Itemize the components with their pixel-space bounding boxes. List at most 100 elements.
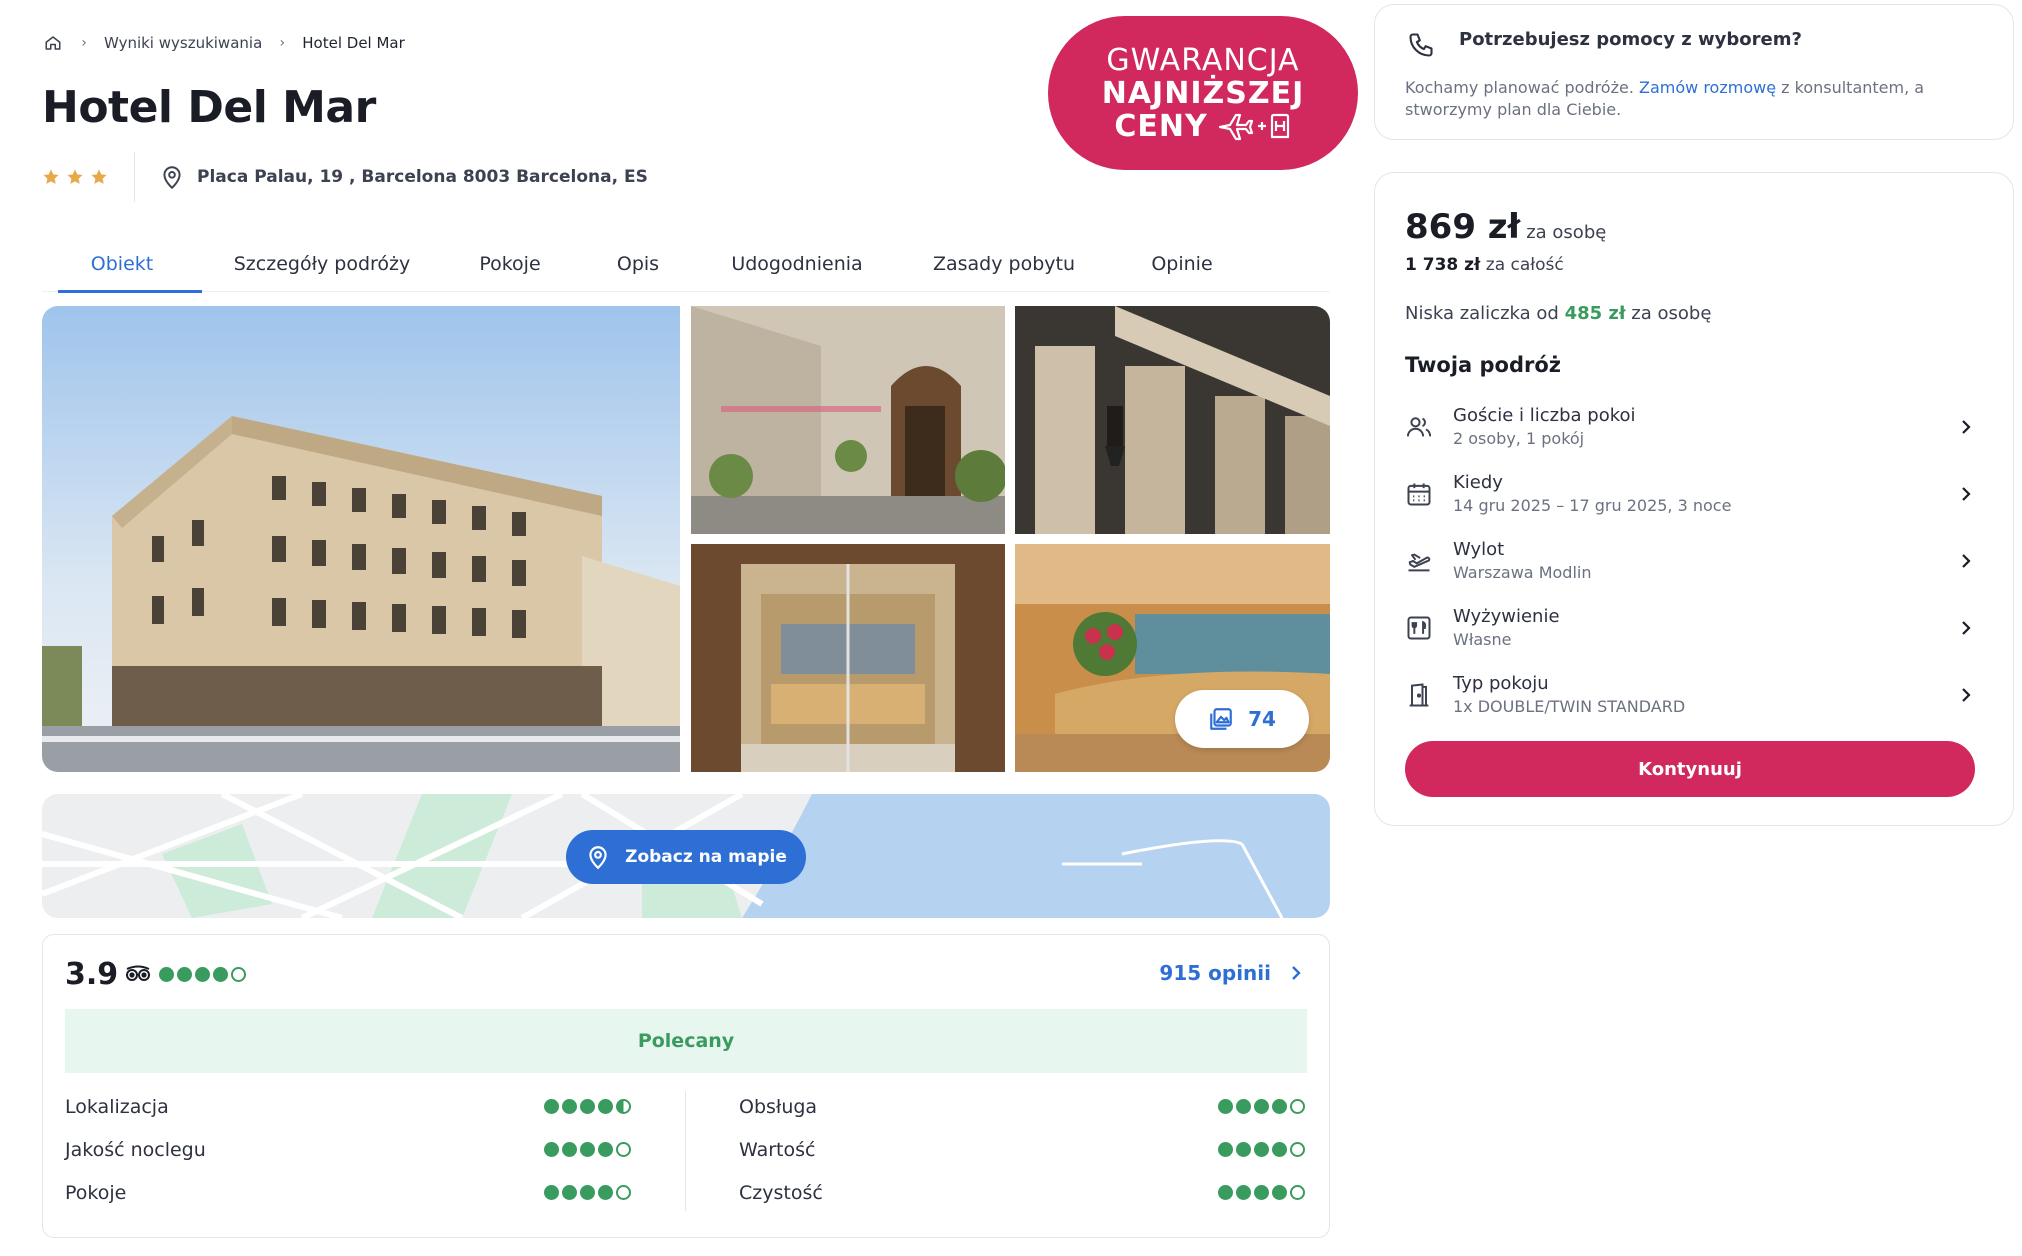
deposit-amount: 485 zł [1564, 303, 1626, 324]
tab-opinie[interactable]: Opinie [1112, 236, 1252, 292]
option-value: 2 osoby, 1 pokój [1453, 428, 1585, 448]
review-category-row: Lokalizacja [65, 1085, 631, 1128]
help-text-before: Kochamy planować podróże. [1405, 78, 1640, 97]
gallery-photo-main[interactable] [42, 306, 680, 772]
review-categories: Lokalizacja Jakość noclegu Pokoje Obsług… [65, 1085, 1307, 1215]
photo-count: 74 [1248, 707, 1276, 731]
option-departure[interactable]: Wylot Warszawa Modlin [1405, 527, 1975, 594]
reviews-card: 3.9 915 opinii Polecany Lokalizacja Jako… [42, 934, 1330, 1238]
badge-line-1: GWARANCJA [1106, 42, 1300, 78]
tab-szczegoly-podrozy[interactable]: Szczegóły podróży [202, 236, 442, 292]
gallery-photo-facade-sign[interactable] [1015, 306, 1330, 534]
chevron-right-icon [1962, 620, 1971, 635]
chevron-right-icon [1962, 419, 1971, 434]
view-on-map-button[interactable]: Zobacz na mapie [566, 830, 806, 884]
option-value: 14 gru 2025 – 17 gru 2025, 3 noce [1453, 495, 1732, 515]
view-on-map-label: Zobacz na mapie [625, 847, 787, 867]
category-rating [544, 1142, 631, 1157]
help-card: Potrzebujesz pomocy z wyborem? Kochamy p… [1374, 4, 2014, 140]
calendar-icon [1407, 483, 1431, 505]
total-amount: 1 738 zł [1405, 255, 1481, 275]
hotel-address: Placa Palau, 19 , Barcelona 8003 Barcelo… [135, 164, 648, 190]
badge-line-2: NAJNIŻSZEJ [1101, 75, 1305, 111]
rating-bubble [159, 966, 174, 982]
review-category-row: Jakość noclegu [65, 1128, 631, 1171]
tab-opis[interactable]: Opis [578, 236, 698, 292]
category-label: Lokalizacja [65, 1095, 169, 1118]
deposit-prefix: Niska zaliczka od [1405, 303, 1565, 324]
chevron-right-icon [1962, 486, 1971, 501]
trip-section-title: Twoja podróż [1405, 353, 1562, 377]
hotel-meta: Placa Palau, 19 , Barcelona 8003 Barcelo… [42, 152, 648, 202]
page-title: Hotel Del Mar [42, 82, 376, 133]
category-rating [544, 1099, 631, 1114]
option-dates[interactable]: Kiedy 14 gru 2025 – 17 gru 2025, 3 noce [1405, 460, 1975, 527]
help-text: Kochamy planować podróże. Zamów rozmowę … [1405, 77, 1985, 121]
star-icon [91, 169, 107, 184]
gallery-photo-entrance[interactable] [691, 306, 1005, 534]
tab-obiekt[interactable]: Obiekt [42, 236, 202, 293]
tripadvisor-owl-icon [126, 965, 150, 981]
option-value: 1x DOUBLE/TWIN STANDARD [1453, 696, 1686, 716]
category-label: Jakość noclegu [65, 1138, 206, 1161]
star-icon [67, 169, 83, 184]
breadcrumb-search-results[interactable]: Wyniki wyszukiwania [104, 34, 262, 52]
view-all-photos-button[interactable]: 74 [1175, 690, 1309, 748]
review-categories-right: Obsługa Wartość Czystość [739, 1085, 1305, 1215]
rating-bubble [231, 966, 246, 982]
home-icon[interactable] [42, 32, 64, 54]
review-category-row: Obsługa [739, 1085, 1305, 1128]
map-preview[interactable]: Zobacz na mapie [42, 794, 1330, 918]
option-label: Goście i liczba pokoi [1453, 404, 1636, 426]
address-text: Placa Palau, 19 , Barcelona 8003 Barcelo… [197, 167, 648, 187]
tab-pokoje[interactable]: Pokoje [442, 236, 578, 292]
phone-icon [1409, 33, 1433, 57]
category-label: Obsługa [739, 1095, 818, 1118]
location-pin-icon [589, 846, 607, 870]
option-meal-plan[interactable]: Wyżywienie Własne [1405, 594, 1975, 661]
review-divider [685, 1091, 686, 1211]
continue-button[interactable]: Kontynuuj [1405, 741, 1975, 797]
option-label: Typ pokoju [1453, 672, 1549, 694]
recommended-badge: Polecany [65, 1009, 1307, 1073]
category-label: Wartość [739, 1138, 816, 1161]
category-rating [1218, 1099, 1305, 1114]
gallery-icon [1210, 708, 1232, 730]
review-categories-left: Lokalizacja Jakość noclegu Pokoje [65, 1085, 631, 1215]
option-label: Wyżywienie [1453, 605, 1560, 627]
price-total: 1 738 zł za całość [1405, 255, 1564, 275]
review-category-row: Wartość [739, 1128, 1305, 1171]
booking-card: 869 zł za osobę 1 738 zł za całość Niska… [1374, 172, 2014, 826]
rating-bubble [213, 966, 228, 982]
plane-departure-icon [1408, 553, 1431, 571]
photo-gallery: 74 [42, 306, 1330, 772]
lowest-price-guarantee-badge: GWARANCJA NAJNIŻSZEJ CENY [1048, 16, 1358, 170]
option-value: Własne [1453, 629, 1512, 649]
all-reviews-link[interactable]: 915 opinii [1159, 961, 1303, 985]
chevron-right-icon [1962, 687, 1971, 702]
option-guests-rooms[interactable]: Goście i liczba pokoi 2 osoby, 1 pokój [1405, 393, 1975, 460]
rating-bubble [177, 966, 192, 982]
tab-zasady-pobytu[interactable]: Zasady pobytu [896, 236, 1112, 292]
tab-udogodnienia[interactable]: Udogodnienia [698, 236, 896, 292]
breadcrumb-current: Hotel Del Mar [302, 34, 405, 52]
review-score: 3.9 [65, 957, 119, 992]
gallery-photo-lobby-doors[interactable] [691, 544, 1005, 772]
option-label: Wylot [1453, 538, 1505, 560]
flight-plus-hotel-icon [1218, 113, 1289, 141]
option-room-type[interactable]: Typ pokoju 1x DOUBLE/TWIN STANDARD [1405, 661, 1975, 728]
section-tabs: Obiekt Szczegóły podróży Pokoje Opis Udo… [42, 236, 1330, 293]
category-rating [1218, 1185, 1305, 1200]
category-label: Czystość [739, 1181, 823, 1204]
location-pin-icon [163, 166, 181, 190]
chevron-right-icon [1962, 553, 1971, 568]
price-per-person: 869 zł za osobę [1405, 207, 1606, 247]
price-unit: za osobę [1526, 222, 1607, 243]
category-rating [544, 1185, 631, 1200]
request-call-link[interactable]: Zamów rozmowę [1639, 78, 1776, 97]
option-label: Kiedy [1453, 471, 1503, 493]
category-rating [1218, 1142, 1305, 1157]
deposit-info: Niska zaliczka od 485 zł za osobę [1405, 303, 1711, 324]
breadcrumb-separator: › [81, 35, 87, 51]
badge-line-3-text: CENY [1114, 108, 1208, 144]
